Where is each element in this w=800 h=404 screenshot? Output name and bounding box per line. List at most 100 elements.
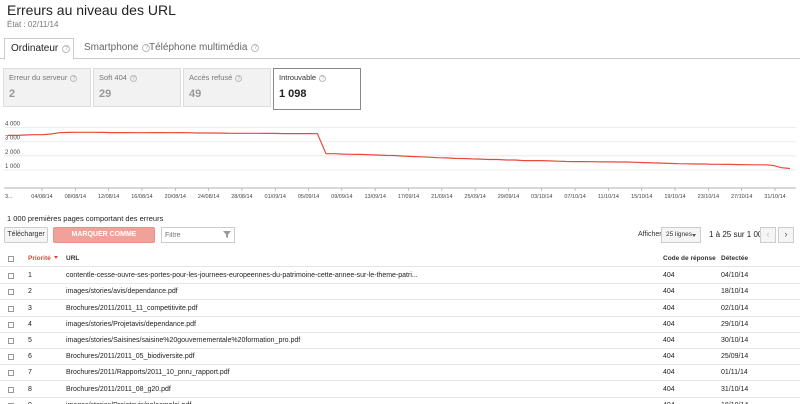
rows-per-page-select[interactable]: 25 lignes: [661, 227, 701, 243]
row-response-code: 404: [663, 353, 675, 361]
row-response-code: 404: [663, 320, 675, 328]
show-label: Afficher: [638, 231, 662, 238]
x-tick-label: 15/10/14: [631, 194, 652, 200]
x-tick-label: 08/08/14: [65, 194, 86, 200]
row-detected-date: 18/10/14: [721, 288, 749, 296]
row-url-link[interactable]: contentle-cesse-ouvre-ses-portes-pour-le…: [66, 268, 418, 284]
card-server-error[interactable]: Erreur du serveur? 2: [3, 68, 91, 107]
help-icon[interactable]: ?: [70, 75, 78, 82]
card-access-denied[interactable]: Accès refusé? 49: [183, 68, 271, 107]
row-url-link[interactable]: images/stories/Saisines/saisine%20gouver…: [66, 333, 300, 349]
table-row[interactable]: 4 images/stories/Projetavis/dependance.pd…: [0, 317, 800, 333]
x-tick-label: 21/09/14: [431, 194, 452, 200]
card-not-found[interactable]: Introuvable? 1 098: [273, 68, 361, 110]
results-caption: 1 000 premières pages comportant des err…: [7, 214, 164, 223]
x-tick-label: 23/10/14: [698, 194, 719, 200]
row-detected-date: 02/10/14: [721, 304, 749, 312]
card-value: 29: [99, 88, 112, 100]
x-tick-label: 28/08/14: [231, 194, 252, 200]
row-checkbox[interactable]: [8, 273, 14, 280]
card-label: Soft 404: [99, 73, 127, 82]
tab-telephone-multimedia[interactable]: Téléphone multimédia?: [143, 38, 265, 59]
sort-desc-icon: [53, 256, 58, 259]
row-response-code: 404: [663, 304, 675, 312]
table-row[interactable]: 9 images/stories/Projetavis/poleemploi.pd…: [0, 398, 800, 404]
series-line[interactable]: [8, 131, 791, 170]
row-checkbox[interactable]: [8, 305, 14, 312]
row-checkbox[interactable]: [8, 386, 14, 393]
help-icon[interactable]: ?: [62, 45, 71, 53]
row-url-link[interactable]: Brochures/2011/2011_05_biodiversite.pdf: [66, 349, 195, 365]
row-url-link[interactable]: images/stories/Projetavis/dependance.pdf: [66, 317, 196, 333]
card-soft-404[interactable]: Soft 404? 29: [93, 68, 181, 107]
row-url-link[interactable]: Brochures/2011/2011_08_g20.pdf: [66, 382, 171, 398]
row-priority: 2: [28, 288, 32, 296]
table-row[interactable]: 5 images/stories/Saisines/saisine%20gouve…: [0, 333, 800, 349]
chevron-down-icon: [692, 234, 696, 237]
table-row[interactable]: 8 Brochures/2011/2011_08_g20.pdf 404 31/10/…: [0, 382, 800, 398]
row-checkbox[interactable]: [8, 289, 14, 296]
header-url[interactable]: URL: [66, 251, 79, 267]
y-tick-label: 2 000: [5, 150, 21, 156]
help-icon[interactable]: ?: [235, 75, 243, 82]
row-checkbox[interactable]: [8, 370, 14, 377]
row-url-link[interactable]: images/stories/Projetavis/poleemploi.pdf: [66, 398, 191, 404]
row-checkbox[interactable]: [8, 321, 14, 328]
table-row[interactable]: 3 Brochures/2011/2011_11_competitivite.pd…: [0, 301, 800, 317]
funnel-icon[interactable]: [223, 231, 231, 238]
help-icon[interactable]: ?: [251, 44, 260, 52]
x-tick-label: 27/10/14: [731, 194, 752, 200]
download-button[interactable]: Télécharger: [4, 227, 48, 243]
header-response-code[interactable]: Code de réponse: [663, 251, 716, 267]
y-tick-label: 1 000: [5, 164, 21, 170]
row-detected-date: 29/10/14: [721, 320, 749, 328]
row-url-link[interactable]: Brochures/2011/2011_11_competitivite.pdf: [66, 301, 198, 317]
table-toolbar: Télécharger MARQUER COMME CORRIGÉES (0) …: [0, 227, 800, 252]
row-priority: 4: [28, 320, 32, 328]
row-response-code: 404: [663, 369, 675, 377]
x-tick-label: 19/10/14: [664, 194, 685, 200]
header-priority-label: Priorité: [28, 255, 51, 262]
row-url-link[interactable]: Brochures/2011/Rapports/2011_10_pnru_rap…: [66, 365, 230, 381]
row-detected-date: 25/09/14: [721, 353, 749, 361]
tab-label: Smartphone: [84, 42, 139, 53]
errors-line-chart: 4 000 3 000 2 000 1 000 3... 04/08/14 08/08/14…: [4, 122, 796, 200]
x-tick-label: 25/09/14: [464, 194, 485, 200]
card-value: 2: [9, 88, 16, 100]
mark-fixed-button[interactable]: MARQUER COMME CORRIGÉES (0): [53, 227, 155, 252]
row-checkbox[interactable]: [8, 354, 14, 361]
row-detected-date: 31/10/14: [721, 385, 749, 393]
row-detected-date: 18/10/14: [721, 398, 748, 404]
row-checkbox[interactable]: [8, 338, 14, 344]
card-label: Erreur du serveur: [9, 73, 68, 82]
x-tick-label: 07/10/14: [564, 194, 585, 200]
tab-ordinateur[interactable]: Ordinateur?: [4, 38, 74, 60]
card-label: Introuvable: [279, 73, 317, 82]
table-row[interactable]: 7 Brochures/2011/Rapports/2011_10_pnru_ra…: [0, 365, 800, 382]
header-detected[interactable]: Détectée: [721, 251, 748, 267]
previous-page-button[interactable]: ‹: [760, 227, 776, 243]
table-row[interactable]: 1 contentle-cesse-ouvre-ses-portes-pour-l…: [0, 268, 800, 285]
row-detected-date: 30/10/14: [721, 337, 749, 344]
row-response-code: 404: [663, 288, 675, 296]
row-priority: 1: [28, 272, 32, 280]
row-priority: 6: [28, 353, 32, 361]
help-icon[interactable]: ?: [319, 75, 327, 82]
tab-label: Ordinateur: [11, 43, 59, 54]
row-detected-date: 01/11/14: [721, 369, 748, 377]
select-all-checkbox[interactable]: [8, 256, 14, 262]
x-tick-label: 03/10/14: [531, 194, 552, 200]
row-url-link[interactable]: images/stories/avis/dependance.pdf: [66, 284, 178, 300]
row-priority: 5: [28, 337, 32, 344]
tab-label: Téléphone multimédia: [149, 42, 248, 53]
row-response-code: 404: [663, 385, 675, 393]
help-icon[interactable]: ?: [129, 75, 137, 82]
next-page-button[interactable]: ›: [778, 227, 794, 243]
table-row[interactable]: 2 images/stories/avis/dependance.pdf 404 18…: [0, 284, 800, 301]
table-row[interactable]: 6 Brochures/2011/2011_05_biodiversite.pdf…: [0, 349, 800, 366]
x-tick-label: 13/09/14: [364, 194, 385, 200]
x-tick-label: 09/09/14: [331, 194, 352, 200]
header-priority[interactable]: Priorité: [28, 251, 58, 267]
x-tick-label: 17/09/14: [398, 194, 419, 200]
x-tick-label: 20/08/14: [165, 194, 186, 200]
